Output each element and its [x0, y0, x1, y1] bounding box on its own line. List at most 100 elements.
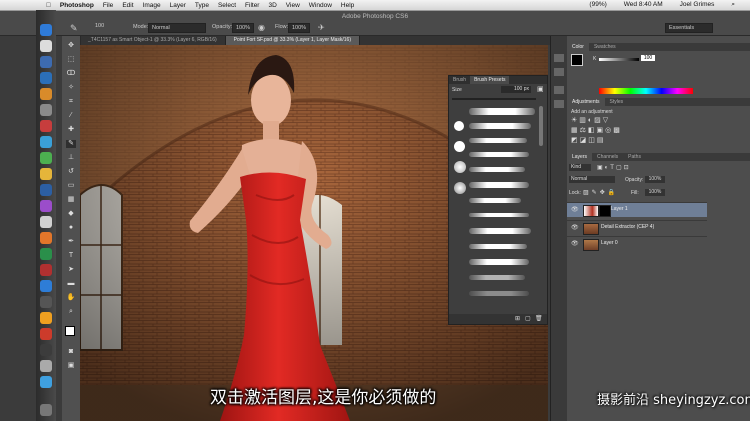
adjustment-icons-row-1[interactable]: ☀▥◐▨▽: [571, 116, 610, 124]
brush-panel-icon[interactable]: [554, 86, 564, 94]
layer-filter-select[interactable]: Kind: [569, 164, 591, 171]
crop-tool-icon[interactable]: ⌗: [66, 98, 76, 106]
app-icon-5[interactable]: [40, 88, 52, 100]
app-icon-13[interactable]: [40, 216, 52, 228]
clock[interactable]: Wed 8:40 AM: [624, 1, 663, 9]
app-icon-21[interactable]: [40, 344, 52, 356]
brush-tool-icon[interactable]: ✎: [66, 140, 76, 148]
brush-stroke-preview-12[interactable]: [469, 275, 525, 280]
menu-3d[interactable]: 3D: [268, 2, 276, 9]
menu-window[interactable]: Window: [309, 2, 332, 9]
photoshop-app-icon[interactable]: [40, 72, 52, 84]
menu-type[interactable]: Type: [195, 2, 209, 9]
app-icon-12[interactable]: [40, 200, 52, 212]
brush-size-slider[interactable]: [452, 98, 536, 100]
brush-stroke-preview-6[interactable]: [469, 182, 529, 188]
airbrush-icon[interactable]: ✈: [318, 23, 325, 32]
tab-point-fort[interactable]: Point Fort SF.psd @ 33.3% (Layer 1, Laye…: [225, 36, 361, 45]
tab-adjustments[interactable]: Adjustments: [567, 98, 605, 106]
app-icon-18[interactable]: [40, 296, 52, 308]
tab-smart-object[interactable]: _T4C1157 as Smart Object-1 @ 33.3% (Laye…: [80, 36, 226, 45]
actions-panel-icon[interactable]: [554, 68, 564, 76]
layer-row-detail-extractor[interactable]: 👁 Detail Extractor (CEP 4): [567, 220, 707, 235]
path-select-tool-icon[interactable]: ➤: [66, 266, 76, 274]
brush-tool-icon[interactable]: ✎: [70, 23, 78, 34]
visibility-eye-icon[interactable]: 👁: [571, 240, 579, 247]
adjustment-icons-row-3[interactable]: ◩◪◫▤: [571, 136, 605, 144]
history-panel-icon[interactable]: [554, 54, 564, 62]
app-icon-19[interactable]: [40, 312, 52, 324]
tab-brush[interactable]: Brush: [449, 76, 470, 84]
history-brush-tool-icon[interactable]: ↺: [66, 168, 76, 176]
brush-stroke-preview-8[interactable]: [469, 213, 529, 217]
app-icon-6[interactable]: [40, 104, 52, 116]
menu-select[interactable]: Select: [218, 2, 236, 9]
quick-select-tool-icon[interactable]: ✧: [66, 84, 76, 92]
brush-size-field[interactable]: 100 px: [501, 86, 531, 93]
brush-stroke-preview-4[interactable]: [469, 152, 529, 157]
app-icon-15[interactable]: [40, 248, 52, 260]
brush-stroke-preview-1[interactable]: [469, 108, 535, 115]
app-icon-17[interactable]: [40, 280, 52, 292]
apple-icon[interactable]: : [46, 2, 51, 9]
trash-icon[interactable]: [40, 404, 52, 416]
brush-tip-round-2[interactable]: [454, 141, 465, 152]
tab-channels[interactable]: Channels: [592, 153, 623, 161]
eyedropper-tool-icon[interactable]: ⁄: [66, 112, 76, 120]
search-icon[interactable]: ⌕: [731, 1, 735, 9]
hand-tool-icon[interactable]: ✋: [66, 294, 76, 302]
brush-tip-soft-1[interactable]: [454, 161, 466, 173]
k-slider[interactable]: [599, 58, 639, 61]
layer-mask-thumbnail[interactable]: [599, 205, 611, 217]
brush-stroke-preview-10[interactable]: [469, 244, 527, 249]
k-value-field[interactable]: 100: [641, 55, 655, 61]
menu-edit[interactable]: Edit: [122, 2, 133, 9]
gradient-tool-icon[interactable]: ▦: [66, 196, 76, 204]
clone-source-panel-icon[interactable]: [554, 100, 564, 108]
screen-mode-icon[interactable]: ▣: [66, 362, 76, 370]
marquee-tool-icon[interactable]: ⬚: [66, 56, 76, 64]
brush-preset-new-icon[interactable]: ▣: [537, 85, 544, 93]
menu-filter[interactable]: Filter: [245, 2, 259, 9]
app-icon-22[interactable]: [40, 360, 52, 372]
clone-stamp-tool-icon[interactable]: ⊥: [66, 154, 76, 162]
type-tool-icon[interactable]: T: [66, 252, 76, 260]
brush-list-scrollbar[interactable]: [539, 106, 543, 146]
brush-stroke-preview-11[interactable]: [469, 259, 529, 265]
brush-tip-soft-2[interactable]: [454, 182, 466, 194]
visibility-eye-icon[interactable]: 👁: [571, 206, 579, 213]
move-tool-icon[interactable]: ✥: [66, 42, 76, 50]
workspace-select[interactable]: Essentials: [665, 23, 713, 33]
tab-color[interactable]: Color: [567, 43, 589, 51]
app-icon-23[interactable]: [40, 376, 52, 388]
app-icon-9[interactable]: [40, 152, 52, 164]
delete-brush-icon[interactable]: 🗑: [535, 315, 543, 322]
shape-tool-icon[interactable]: ▬: [66, 280, 76, 288]
eraser-tool-icon[interactable]: ▭: [66, 182, 76, 190]
battery-status[interactable]: (99%): [589, 1, 606, 9]
brush-stroke-preview-5[interactable]: [469, 167, 525, 172]
menu-view[interactable]: View: [286, 2, 300, 9]
app-icon-14[interactable]: [40, 232, 52, 244]
app-icon-16[interactable]: [40, 264, 52, 276]
blur-tool-icon[interactable]: ◆: [66, 210, 76, 218]
quick-mask-icon[interactable]: ◙: [66, 348, 76, 356]
lock-icons[interactable]: ▨✎✥🔒: [583, 189, 618, 196]
tab-swatches[interactable]: Swatches: [589, 43, 621, 51]
pen-tool-icon[interactable]: ✒: [66, 238, 76, 246]
app-icon-20[interactable]: [40, 328, 52, 340]
flow-field[interactable]: 100%: [288, 23, 310, 33]
menu-layer[interactable]: Layer: [170, 2, 186, 9]
brush-stroke-preview-9[interactable]: [469, 228, 531, 234]
layer-opacity-field[interactable]: 100%: [645, 176, 665, 183]
color-spectrum-ramp[interactable]: [599, 88, 693, 94]
menu-image[interactable]: Image: [143, 2, 161, 9]
adjustment-icons-row-2[interactable]: ▦⚖◧▣◎▩: [571, 126, 622, 134]
app-icon-11[interactable]: [40, 184, 52, 196]
brush-stroke-preview-13[interactable]: [469, 291, 529, 296]
menu-file[interactable]: File: [103, 2, 113, 9]
dodge-tool-icon[interactable]: ●: [66, 224, 76, 232]
brush-stroke-preview-3[interactable]: [469, 138, 527, 143]
healing-tool-icon[interactable]: ✚: [66, 126, 76, 134]
user-name[interactable]: Joel Grimes: [680, 1, 715, 9]
